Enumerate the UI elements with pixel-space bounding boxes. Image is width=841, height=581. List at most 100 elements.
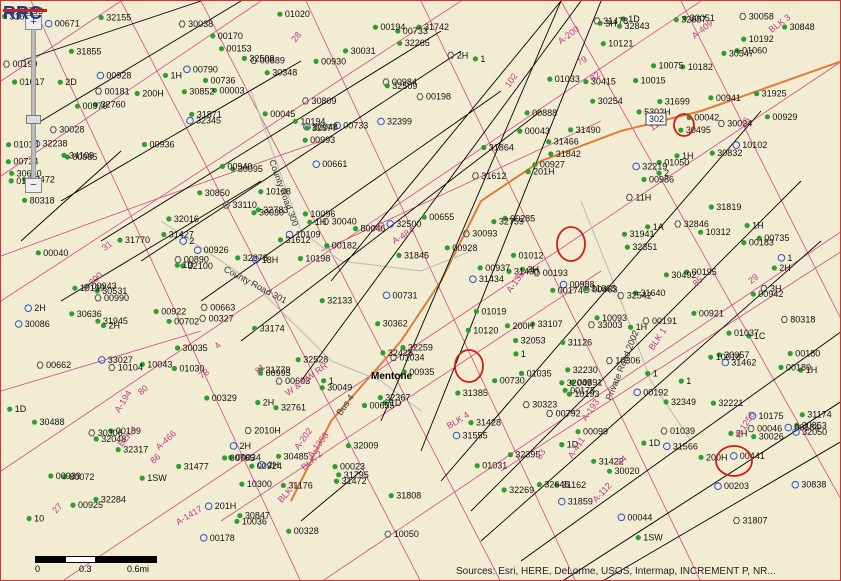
oil-well-icon[interactable]	[189, 111, 195, 117]
oil-well-icon[interactable]	[524, 110, 530, 116]
oil-well-icon[interactable]	[202, 77, 209, 83]
oil-well-icon[interactable]	[277, 237, 284, 243]
permitted-location-icon[interactable]	[633, 388, 642, 397]
oil-well-icon[interactable]	[568, 127, 574, 133]
oil-well-icon[interactable]	[663, 272, 670, 278]
permitted-location-icon[interactable]	[632, 162, 641, 171]
oil-well-icon[interactable]	[295, 357, 301, 363]
oil-well-icon[interactable]	[6, 142, 12, 148]
oil-well-icon[interactable]	[219, 163, 225, 169]
oil-well-icon[interactable]	[345, 443, 351, 449]
oil-well-icon[interactable]	[258, 189, 264, 195]
oil-well-icon[interactable]	[501, 487, 507, 493]
permitted-location-icon[interactable]	[229, 442, 238, 450]
oil-well-icon[interactable]	[492, 378, 498, 384]
oil-well-icon[interactable]	[31, 419, 38, 425]
oil-well-icon[interactable]	[575, 429, 581, 435]
permitted-location-icon[interactable]	[777, 253, 786, 262]
oil-well-icon[interactable]	[5, 159, 11, 165]
oil-well-icon[interactable]	[262, 111, 268, 117]
dry-hole-icon[interactable]	[95, 87, 103, 95]
oil-well-icon[interactable]	[678, 127, 684, 133]
permitted-location-icon[interactable]	[14, 320, 23, 328]
oil-well-icon[interactable]	[624, 244, 631, 250]
oil-well-icon[interactable]	[657, 98, 663, 105]
oil-well-icon[interactable]	[562, 387, 568, 393]
oil-well-icon[interactable]	[380, 350, 386, 356]
oil-well-icon[interactable]	[536, 481, 543, 488]
oil-well-icon[interactable]	[510, 252, 517, 258]
dry-hole-icon[interactable]	[108, 364, 116, 372]
dry-hole-icon[interactable]	[200, 303, 208, 311]
oil-well-icon[interactable]	[565, 367, 571, 373]
oil-well-icon[interactable]	[26, 515, 32, 522]
permitted-location-icon[interactable]	[312, 160, 321, 168]
oil-well-icon[interactable]	[361, 402, 368, 409]
permitted-location-icon[interactable]	[791, 480, 800, 489]
oil-well-icon[interactable]	[787, 350, 793, 357]
zoom-slider-track[interactable]	[31, 29, 36, 181]
oil-well-icon[interactable]	[698, 229, 704, 235]
permitted-location-icon[interactable]	[663, 442, 671, 451]
dry-hole-icon[interactable]	[522, 401, 530, 409]
oil-well-icon[interactable]	[641, 440, 647, 446]
oil-well-icon[interactable]	[22, 197, 28, 203]
permitted-location-icon[interactable]	[452, 431, 461, 440]
dry-hole-icon[interactable]	[732, 517, 741, 525]
oil-well-icon[interactable]	[134, 90, 140, 97]
dry-hole-icon[interactable]	[384, 530, 392, 538]
oil-well-icon[interactable]	[276, 453, 282, 459]
oil-well-icon[interactable]	[352, 226, 359, 232]
oil-well-icon[interactable]	[455, 390, 461, 396]
oil-well-icon[interactable]	[397, 40, 403, 46]
oil-well-icon[interactable]	[319, 385, 325, 391]
oil-well-icon[interactable]	[708, 95, 714, 101]
permitted-location-icon[interactable]	[377, 117, 385, 126]
oil-well-icon[interactable]	[663, 399, 669, 405]
oil-well-icon[interactable]	[375, 321, 381, 327]
oil-well-icon[interactable]	[468, 420, 474, 426]
oil-well-icon[interactable]	[645, 370, 651, 376]
dry-hole-icon[interactable]	[471, 172, 479, 180]
oil-well-icon[interactable]	[98, 14, 104, 21]
oil-well-icon[interactable]	[633, 77, 639, 84]
oil-well-icon[interactable]	[239, 481, 245, 487]
oil-well-icon[interactable]	[472, 56, 478, 62]
oil-well-icon[interactable]	[771, 265, 777, 271]
oil-well-icon[interactable]	[421, 214, 427, 220]
permitted-location-icon[interactable]	[382, 291, 391, 300]
oil-well-icon[interactable]	[710, 400, 717, 406]
oil-well-icon[interactable]	[249, 463, 255, 469]
oil-well-icon[interactable]	[372, 24, 378, 30]
oil-well-icon[interactable]	[241, 55, 247, 62]
permitted-location-icon[interactable]	[199, 534, 208, 542]
zoom-slider-thumb[interactable]	[26, 115, 41, 124]
oil-well-icon[interactable]	[218, 46, 225, 52]
oil-well-icon[interactable]	[698, 454, 704, 460]
oil-well-icon[interactable]	[481, 144, 487, 151]
oil-well-icon[interactable]	[117, 237, 123, 243]
oil-well-icon[interactable]	[235, 255, 241, 261]
oil-well-icon[interactable]	[691, 310, 697, 316]
oil-well-icon[interactable]	[636, 109, 642, 115]
permitted-location-icon[interactable]	[193, 246, 202, 254]
oil-well-icon[interactable]	[559, 442, 565, 448]
dry-hole-icon[interactable]	[416, 93, 424, 101]
oil-well-icon[interactable]	[606, 468, 613, 474]
oil-well-icon[interactable]	[57, 79, 63, 85]
oil-well-icon[interactable]	[764, 114, 771, 120]
oil-well-icon[interactable]	[343, 48, 349, 54]
oil-well-icon[interactable]	[255, 399, 261, 406]
oil-well-icon[interactable]	[324, 243, 330, 249]
oil-well-icon[interactable]	[176, 463, 182, 469]
oil-well-icon[interactable]	[302, 137, 308, 143]
oil-well-icon[interactable]	[35, 250, 41, 256]
oil-well-icon[interactable]	[197, 190, 203, 196]
oil-well-icon[interactable]	[600, 41, 606, 47]
oil-well-icon[interactable]	[709, 150, 715, 156]
dry-hole-icon[interactable]	[178, 20, 186, 28]
zoom-out-button[interactable]: −	[25, 178, 42, 193]
oil-well-icon[interactable]	[313, 58, 319, 64]
oil-well-icon[interactable]	[548, 151, 554, 157]
oil-well-icon[interactable]	[444, 245, 450, 251]
